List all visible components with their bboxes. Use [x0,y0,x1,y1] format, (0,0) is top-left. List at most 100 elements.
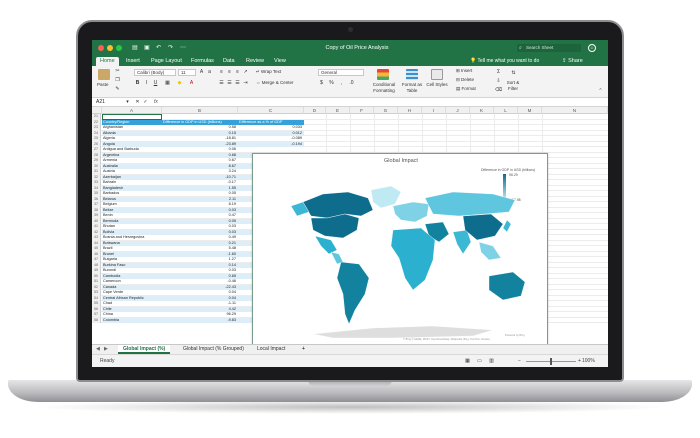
decimal-icon[interactable]: .0 [348,80,355,87]
bold-icon[interactable]: B [134,80,141,87]
insert-function-button[interactable]: fx [154,99,158,106]
cell-gdp-diff[interactable]: -9.83 [162,317,238,323]
format-cells-button[interactable]: ▤ Format [456,86,476,92]
tell-me-search[interactable]: 💡 Tell me what you want to do [470,57,539,66]
close-window-button[interactable] [98,45,104,51]
sort-filter-label[interactable]: Sort & Filter [504,80,522,92]
copy-icon[interactable]: ❐ [114,77,121,84]
column-header-h[interactable]: H [398,107,422,114]
column-header-l[interactable]: L [494,107,518,114]
decrease-font-icon[interactable]: a [206,69,213,76]
page-break-view-icon[interactable]: ▥ [488,358,495,365]
sheet-tab-local-impact[interactable]: Local Impact [252,345,290,354]
name-box[interactable]: A21 [94,99,122,106]
align-middle-icon[interactable]: ≡ [226,69,233,76]
increase-font-icon[interactable]: A [198,69,205,76]
column-header-d[interactable]: D [304,107,326,114]
format-as-table-label[interactable]: Format as Table [401,82,423,94]
zoom-window-button[interactable] [116,45,122,51]
prev-sheet-icon[interactable]: ◀ [96,346,100,353]
column-header-m[interactable]: M [518,107,542,114]
cancel-entry-icon[interactable]: ✕ [134,99,141,106]
insert-cells-button[interactable]: ⊞ Insert [456,68,472,74]
cell-styles-icon[interactable] [431,69,443,80]
column-header-b[interactable]: B [162,107,238,114]
column-header-j[interactable]: J [446,107,470,114]
indent-icon[interactable]: ⇥ [242,80,249,87]
conditional-formatting-label[interactable]: Conditional Formatting [369,82,399,94]
align-center-icon[interactable]: ☰ [226,80,233,87]
currency-icon[interactable]: $ [318,80,325,87]
formula-input[interactable] [164,99,604,106]
account-icon[interactable]: ☺ [588,44,596,52]
orientation-icon[interactable]: ↗ [242,69,249,76]
share-button[interactable]: ⇪ Share [562,57,583,66]
select-all-corner[interactable] [92,107,102,114]
format-painter-icon[interactable]: ✎ [114,86,121,93]
column-header-i[interactable]: I [422,107,446,114]
fill-color-icon[interactable]: ◆ [176,80,183,87]
align-bottom-icon[interactable]: ≡ [234,69,241,76]
minimize-window-button[interactable] [107,45,113,51]
page-layout-view-icon[interactable]: ▭ [476,358,483,365]
cell-styles-label[interactable]: Cell Styles [426,82,448,88]
align-top-icon[interactable]: ≡ [218,69,225,76]
row-number[interactable]: 58 [92,317,101,323]
column-header-f[interactable]: F [350,107,374,114]
font-color-icon[interactable]: A [188,80,195,87]
tab-data[interactable]: Data [219,57,239,66]
name-box-dropdown-icon[interactable]: ▾ [124,99,131,106]
number-format-select[interactable]: General [318,69,364,76]
align-right-icon[interactable]: ☰ [234,80,241,87]
tab-insert[interactable]: Insert [122,57,144,66]
tab-review[interactable]: Review [242,57,268,66]
next-sheet-icon[interactable]: ▶ [104,346,108,353]
percent-icon[interactable]: % [328,80,335,87]
fill-icon[interactable]: ⇩ [495,78,502,85]
tab-formulas[interactable]: Formulas [187,57,218,66]
zoom-out-icon[interactable]: − [516,358,523,365]
map-chart[interactable]: Global Impact Difference in GDP in USD (… [252,153,548,347]
italic-icon[interactable]: I [143,80,150,87]
collapse-ribbon-icon[interactable]: ⌃ [597,88,604,95]
borders-icon[interactable]: ▦ [164,80,171,87]
format-as-table-icon[interactable] [406,69,418,80]
wrap-text-button[interactable]: ↵ Wrap Text [256,69,281,75]
tab-home[interactable]: Home [96,57,119,66]
clear-icon[interactable]: ⌫ [495,87,502,94]
add-sheet-icon[interactable]: + [297,345,310,354]
conditional-formatting-icon[interactable] [377,69,389,80]
column-header-n[interactable]: N [542,107,608,114]
comma-style-icon[interactable]: , [338,80,345,87]
delete-cells-icon: ⊟ [456,77,460,82]
paste-icon[interactable] [98,69,110,80]
confirm-entry-icon[interactable]: ✓ [142,99,149,106]
customize-toolbar-icon[interactable]: ⋯ [180,44,186,52]
save-icon[interactable]: ▣ [144,44,150,52]
tab-view[interactable]: View [270,57,290,66]
align-left-icon[interactable]: ☰ [218,80,225,87]
font-size-select[interactable]: 11 [178,69,196,76]
merge-center-button[interactable]: ⇔ Merge & Center [256,80,294,86]
cut-icon[interactable]: ✂ [114,68,121,75]
delete-cells-button[interactable]: ⊟ Delete [456,77,474,83]
column-header-g[interactable]: G [374,107,398,114]
sort-filter-icon[interactable]: ⇅ [510,70,517,77]
undo-icon[interactable]: ↶ [156,44,161,52]
tab-page-layout[interactable]: Page Layout [147,57,186,66]
cell-country[interactable]: Colombia [102,317,162,323]
sheet-tab-global-impact-grouped[interactable]: Global Impact (% Grouped) [178,345,249,354]
redo-icon[interactable]: ↷ [168,44,173,52]
column-header-c[interactable]: C [238,107,304,114]
column-header-k[interactable]: K [470,107,494,114]
underline-icon[interactable]: U [152,80,159,87]
sheet-tab-global-impact-pct[interactable]: Global Impact (%) [118,345,171,354]
column-header-e[interactable]: E [326,107,350,114]
search-sheet-input[interactable]: ⌕ Search Sheet [517,44,581,52]
normal-view-icon[interactable]: ▦ [464,358,471,365]
column-header-a[interactable]: A [102,107,162,114]
font-name-select[interactable]: Calibri (Body) [134,69,176,76]
autosum-icon[interactable]: Σ [495,69,502,76]
sidebar-icon[interactable]: ▤ [132,44,138,52]
zoom-slider-handle[interactable] [550,358,552,365]
